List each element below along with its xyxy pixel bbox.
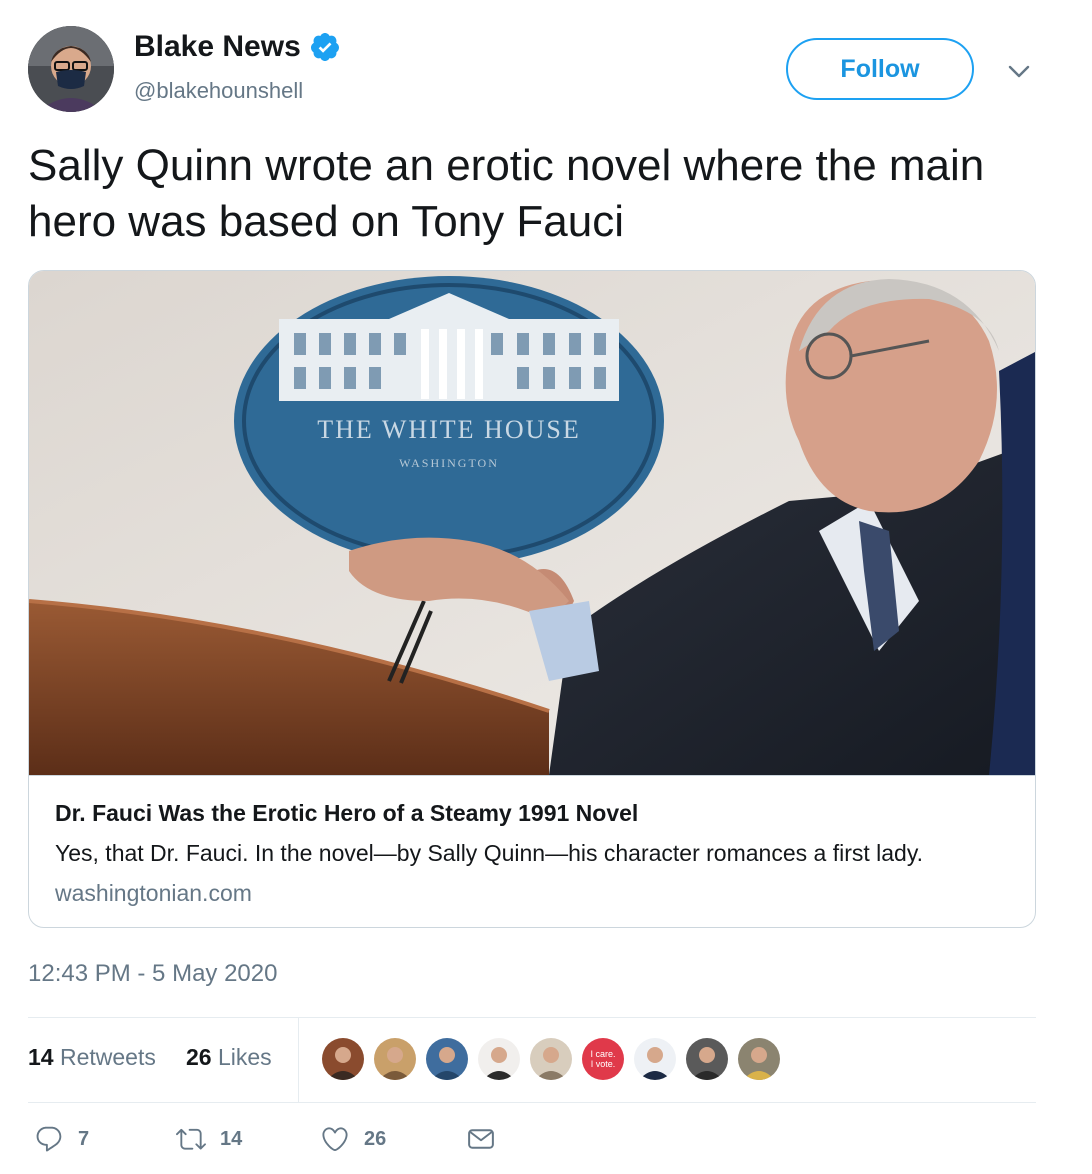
seal-subtext: WASHINGTON [399,456,499,470]
tweet-timestamp[interactable]: 12:43 PM - 5 May 2020 [28,960,277,988]
retweet-action[interactable]: 14 [176,1124,242,1154]
reply-action[interactable]: 7 [34,1124,89,1154]
liker-avatars: I care. I vote. [320,1036,788,1082]
chevron-down-icon[interactable] [1006,60,1032,82]
divider [28,1017,1036,1018]
liker-avatar[interactable] [736,1036,782,1082]
liker-avatar[interactable] [476,1036,522,1082]
link-card[interactable]: THE WHITE HOUSE WASHINGTON Dr. Fauci Was… [28,270,1036,928]
retweet-count: 14 [220,1127,243,1150]
divider [28,1102,1036,1103]
retweets-count: 14 [28,1044,54,1070]
follow-button[interactable]: Follow [786,38,974,100]
card-description: Yes, that Dr. Fauci. In the novel—by Sal… [55,840,924,866]
likes-stat[interactable]: 26 Likes [186,1044,272,1071]
svg-text:I vote.: I vote. [591,1059,616,1069]
reply-count: 7 [78,1127,90,1150]
share-action[interactable] [466,1124,496,1154]
likes-label: Likes [217,1044,272,1070]
verified-badge-icon [310,33,339,61]
card-image: THE WHITE HOUSE WASHINGTON [29,271,1035,775]
stats-divider [298,1017,299,1103]
liker-avatar[interactable] [632,1036,678,1082]
seal-text: THE WHITE HOUSE [317,415,580,444]
reply-icon [36,1126,62,1152]
user-handle[interactable]: @blakehounshell [134,78,303,104]
liker-avatar[interactable] [372,1036,418,1082]
liker-avatar[interactable] [528,1036,574,1082]
svg-text:I care.: I care. [590,1049,615,1059]
message-icon [468,1129,494,1149]
card-title: Dr. Fauci Was the Erotic Hero of a Steam… [55,800,639,826]
heart-icon [322,1127,348,1152]
liker-avatar[interactable] [424,1036,470,1082]
retweets-stat[interactable]: 14 Retweets [28,1044,156,1071]
retweets-label: Retweets [59,1044,156,1070]
display-name[interactable]: Blake News [134,30,301,64]
likes-count: 26 [186,1044,212,1070]
profile-avatar[interactable] [28,26,114,112]
like-action[interactable]: 26 [320,1124,386,1154]
liker-avatar[interactable]: I care. I vote. [580,1036,626,1082]
like-count: 26 [364,1127,387,1150]
liker-avatar[interactable] [320,1036,366,1082]
tweet-text: Sally Quinn wrote an erotic novel where … [28,141,985,246]
liker-avatar[interactable] [684,1036,730,1082]
card-domain: washingtonian.com [55,880,252,906]
retweet-icon [176,1128,206,1150]
